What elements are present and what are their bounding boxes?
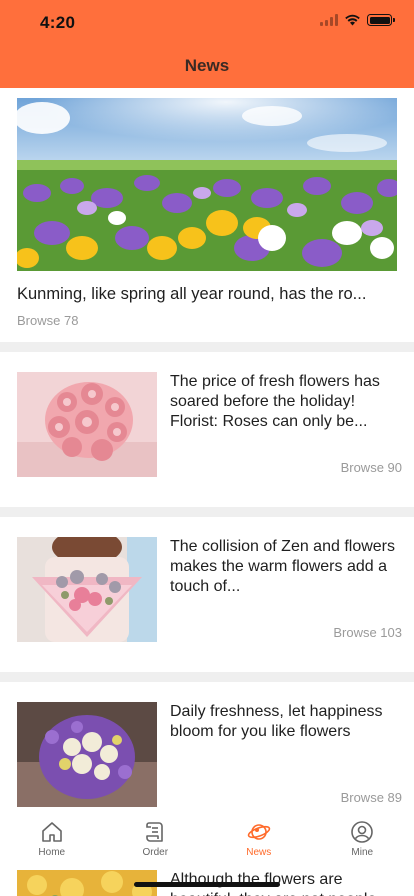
tab-news[interactable]: News [207, 812, 311, 862]
article-3-mixed-bouquet-image [17, 702, 157, 807]
feed-separator [0, 507, 414, 517]
article-2-browse-count: Browse 103 [333, 625, 402, 640]
tab-bar: Home Order News Mine [0, 812, 414, 862]
home-indicator[interactable] [134, 882, 280, 887]
home-icon [41, 822, 62, 842]
article-1-browse-count: Browse 90 [340, 460, 402, 475]
featured-article-title[interactable]: Kunming, like spring all year round, has… [17, 283, 397, 305]
tab-home[interactable]: Home [0, 812, 104, 862]
tab-order[interactable]: Order [104, 812, 208, 862]
user-icon [351, 821, 374, 843]
battery-icon [367, 14, 395, 26]
article-card-2[interactable]: The collision of Zen and flowers makes t… [0, 517, 414, 672]
tab-home-label: Home [38, 847, 66, 858]
page-title: News [184, 56, 230, 75]
featured-article[interactable]: Kunming, like spring all year round, has… [0, 88, 414, 342]
news-icon [247, 824, 270, 840]
tab-order-label: Order [142, 847, 169, 858]
article-card-1[interactable]: The price of fresh flowers has soared be… [0, 352, 414, 507]
featured-flower-field-image [17, 98, 397, 271]
wifi-icon [345, 14, 360, 26]
status-time: 4:20 [40, 13, 76, 32]
article-3-title[interactable]: Daily freshness, let happiness bloom for… [170, 702, 402, 742]
article-2-title[interactable]: The collision of Zen and flowers makes t… [170, 537, 402, 597]
news-feed[interactable]: Kunming, like spring all year round, has… [0, 88, 414, 896]
article-2-pink-bouquet-image [17, 537, 157, 642]
article-3-browse-count: Browse 89 [340, 790, 402, 805]
cellular-signal-icon [320, 14, 338, 26]
feed-separator [0, 672, 414, 682]
tab-mine-label: Mine [351, 847, 374, 858]
article-card-4[interactable]: Although the flowers are beautiful, they… [0, 866, 414, 896]
featured-article-browse-count: Browse 78 [17, 313, 79, 328]
feed-separator [0, 342, 414, 352]
status-icons [320, 14, 395, 26]
article-1-title[interactable]: The price of fresh flowers has soared be… [170, 372, 402, 432]
article-1-roses-bouquet-image [17, 372, 157, 477]
tab-news-label: News [246, 847, 272, 858]
app-header: 4:20 News [0, 0, 414, 88]
tab-mine[interactable]: Mine [311, 812, 414, 862]
order-icon [146, 822, 164, 842]
